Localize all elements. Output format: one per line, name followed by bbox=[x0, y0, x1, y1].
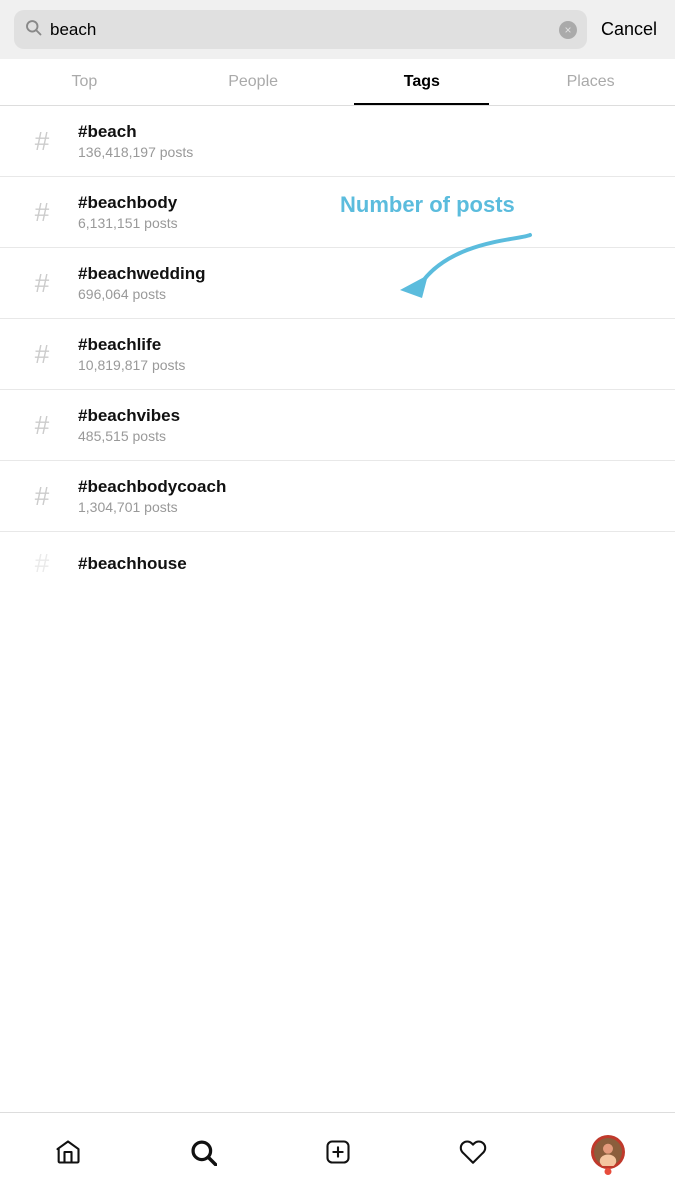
tag-posts: 10,819,817 posts bbox=[78, 357, 185, 373]
hash-icon: # bbox=[18, 410, 66, 441]
tag-posts: 1,304,701 posts bbox=[78, 499, 226, 515]
tag-posts: 696,064 posts bbox=[78, 286, 206, 302]
list-item[interactable]: # #beachbodycoach 1,304,701 posts bbox=[0, 461, 675, 532]
tag-name: #beachwedding bbox=[78, 264, 206, 284]
tab-people[interactable]: People bbox=[169, 59, 338, 105]
tag-posts: 136,418,197 posts bbox=[78, 144, 193, 160]
tab-places[interactable]: Places bbox=[506, 59, 675, 105]
list-item[interactable]: # #beachwedding 696,064 posts bbox=[0, 248, 675, 319]
tag-name: #beachbodycoach bbox=[78, 477, 226, 497]
search-bar: beach × Cancel bbox=[0, 0, 675, 59]
nav-add[interactable] bbox=[308, 1127, 368, 1177]
tab-tags[interactable]: Tags bbox=[338, 59, 507, 105]
tag-name: #beachlife bbox=[78, 335, 185, 355]
notification-dot bbox=[604, 1168, 611, 1175]
search-container: beach × bbox=[14, 10, 587, 49]
tag-list: # #beach 136,418,197 posts # #beachbody … bbox=[0, 106, 675, 595]
tag-name: #beach bbox=[78, 122, 193, 142]
list-item[interactable]: # #beachbody 6,131,151 posts bbox=[0, 177, 675, 248]
search-input[interactable]: beach bbox=[50, 20, 551, 40]
list-item[interactable]: # #beachhouse bbox=[0, 532, 675, 595]
nav-profile[interactable] bbox=[578, 1127, 638, 1177]
avatar bbox=[591, 1135, 625, 1169]
search-icon bbox=[24, 18, 42, 41]
hash-icon: # bbox=[18, 339, 66, 370]
clear-icon[interactable]: × bbox=[559, 21, 577, 39]
list-item[interactable]: # #beachlife 10,819,817 posts bbox=[0, 319, 675, 390]
hash-icon: # bbox=[18, 268, 66, 299]
bottom-nav bbox=[0, 1112, 675, 1200]
tag-posts: 6,131,151 posts bbox=[78, 215, 178, 231]
tag-name: #beachbody bbox=[78, 193, 178, 213]
cancel-button[interactable]: Cancel bbox=[597, 19, 661, 40]
tag-name: #beachhouse bbox=[78, 554, 187, 574]
hash-icon: # bbox=[18, 481, 66, 512]
tab-top[interactable]: Top bbox=[0, 59, 169, 105]
list-item[interactable]: # #beach 136,418,197 posts bbox=[0, 106, 675, 177]
hash-icon: # bbox=[18, 126, 66, 157]
hash-icon: # bbox=[18, 548, 66, 579]
nav-home[interactable] bbox=[38, 1127, 98, 1177]
tag-name: #beachvibes bbox=[78, 406, 180, 426]
nav-activity[interactable] bbox=[443, 1127, 503, 1177]
tabs-bar: Top People Tags Places bbox=[0, 59, 675, 106]
list-item[interactable]: # #beachvibes 485,515 posts bbox=[0, 390, 675, 461]
tag-posts: 485,515 posts bbox=[78, 428, 180, 444]
hash-icon: # bbox=[18, 197, 66, 228]
nav-search[interactable] bbox=[173, 1127, 233, 1177]
